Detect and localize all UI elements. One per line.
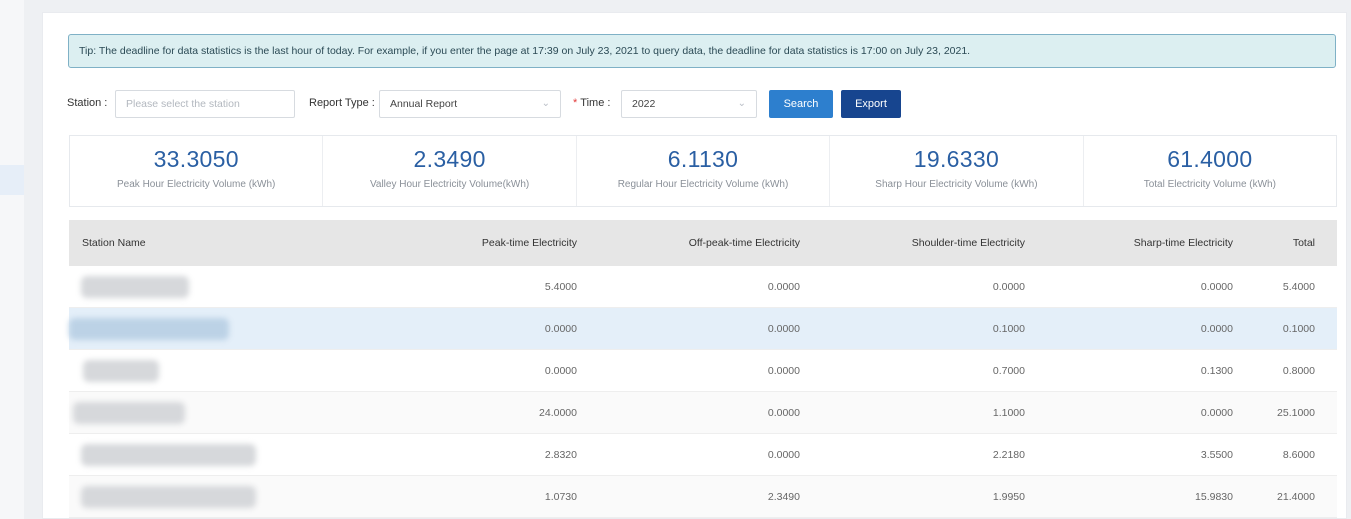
cell-peak: 5.4000 <box>544 281 577 293</box>
station-name-redacted <box>83 360 159 382</box>
filter-bar: Station : Please select the station Repo… <box>67 89 1337 119</box>
stat-label: Regular Hour Electricity Volume (kWh) <box>617 179 789 190</box>
stat-sharp: 19.6330 Sharp Hour Electricity Volume (k… <box>830 136 1084 206</box>
header-station-name[interactable]: Station Name <box>82 220 146 266</box>
cell-shoulder: 0.1000 <box>992 323 1025 335</box>
cell-sharp: 0.0000 <box>1200 281 1233 293</box>
cell-peak: 1.0730 <box>544 491 577 503</box>
station-name-redacted <box>81 276 189 298</box>
tip-banner: Tip: The deadline for data statistics is… <box>68 34 1336 68</box>
stat-total: 61.4000 Total Electricity Volume (kWh) <box>1084 136 1336 206</box>
header-offpeak[interactable]: Off-peak-time Electricity <box>689 220 800 266</box>
table-header: Station Name Peak-time Electricity Off-p… <box>69 220 1337 266</box>
cell-shoulder: 0.7000 <box>992 365 1025 377</box>
cell-shoulder: 1.1000 <box>992 407 1025 419</box>
cell-offpeak: 0.0000 <box>767 323 800 335</box>
report-type-select[interactable]: Annual Report ⌄ <box>379 90 561 118</box>
table-row[interactable]: 2.8320 0.0000 2.2180 3.5500 8.6000 <box>69 434 1337 476</box>
cell-peak: 2.8320 <box>544 449 577 461</box>
required-marker: * <box>573 97 578 109</box>
cell-offpeak: 0.0000 <box>767 407 800 419</box>
cell-total: 5.4000 <box>1282 281 1315 293</box>
time-label-group: * Time : <box>573 97 610 109</box>
cell-total: 0.1000 <box>1282 323 1315 335</box>
cell-peak: 0.0000 <box>544 365 577 377</box>
header-sharp[interactable]: Sharp-time Electricity <box>1134 220 1233 266</box>
electricity-table: Station Name Peak-time Electricity Off-p… <box>69 220 1337 518</box>
cell-sharp: 15.9830 <box>1195 491 1233 503</box>
cell-offpeak: 0.0000 <box>767 449 800 461</box>
stat-peak: 33.3050 Peak Hour Electricity Volume (kW… <box>70 136 324 206</box>
cell-sharp: 0.0000 <box>1200 407 1233 419</box>
header-total[interactable]: Total <box>1293 220 1315 266</box>
table-row[interactable]: 0.0000 0.0000 0.7000 0.1300 0.8000 <box>69 350 1337 392</box>
stat-label: Peak Hour Electricity Volume (kWh) <box>117 179 276 190</box>
cell-shoulder: 1.9950 <box>992 491 1025 503</box>
cell-peak: 0.0000 <box>544 323 577 335</box>
cell-peak: 24.0000 <box>539 407 577 419</box>
search-button[interactable]: Search <box>769 90 833 118</box>
cell-offpeak: 0.0000 <box>767 281 800 293</box>
cell-sharp: 0.1300 <box>1200 365 1233 377</box>
sidebar-active-item[interactable] <box>0 165 24 195</box>
report-type-value: Annual Report <box>390 98 458 110</box>
stat-value: 2.3490 <box>413 146 486 172</box>
table-row[interactable]: 0.0000 0.0000 0.1000 0.0000 0.1000 <box>69 308 1337 350</box>
stat-value: 33.3050 <box>153 146 239 172</box>
stat-label: Total Electricity Volume (kWh) <box>1143 179 1276 190</box>
table-row[interactable]: 5.4000 0.0000 0.0000 0.0000 5.4000 <box>69 266 1337 308</box>
chevron-down-icon: ⌄ <box>541 98 550 109</box>
stat-value: 6.1130 <box>667 146 739 172</box>
stat-value: 61.4000 <box>1167 146 1253 172</box>
header-shoulder[interactable]: Shoulder-time Electricity <box>912 220 1025 266</box>
cell-total: 21.4000 <box>1277 491 1315 503</box>
stat-regular: 6.1130 Regular Hour Electricity Volume (… <box>577 136 831 206</box>
stat-label: Sharp Hour Electricity Volume (kWh) <box>875 179 1038 190</box>
cell-offpeak: 0.0000 <box>767 365 800 377</box>
stat-value: 19.6330 <box>913 146 1000 172</box>
summary-stats: 33.3050 Peak Hour Electricity Volume (kW… <box>69 135 1337 207</box>
cell-sharp: 0.0000 <box>1200 323 1233 335</box>
left-sidebar <box>0 0 24 519</box>
station-name-redacted <box>81 486 256 508</box>
cell-offpeak: 2.3490 <box>767 491 800 503</box>
export-button[interactable]: Export <box>841 90 901 118</box>
cell-total: 8.6000 <box>1282 449 1315 461</box>
time-value: 2022 <box>632 98 656 110</box>
time-label: Time : <box>580 97 611 109</box>
chevron-down-icon: ⌄ <box>737 98 746 109</box>
cell-sharp: 3.5500 <box>1200 449 1233 461</box>
station-select[interactable]: Please select the station <box>115 90 295 118</box>
station-name-redacted <box>73 402 185 424</box>
cell-total: 25.1000 <box>1277 407 1315 419</box>
table-row[interactable]: 24.0000 0.0000 1.1000 0.0000 25.1000 <box>69 392 1337 434</box>
report-type-label: Report Type : <box>309 97 375 109</box>
cell-total: 0.8000 <box>1282 365 1315 377</box>
time-select[interactable]: 2022 ⌄ <box>621 90 757 118</box>
header-peak[interactable]: Peak-time Electricity <box>482 220 577 266</box>
cell-shoulder: 0.0000 <box>992 281 1025 293</box>
table-row[interactable]: 1.0730 2.3490 1.9950 15.9830 21.4000 <box>69 476 1337 518</box>
station-name-redacted <box>69 318 229 340</box>
stat-valley: 2.3490 Valley Hour Electricity Volume(kW… <box>323 136 577 206</box>
station-name-redacted <box>81 444 256 466</box>
cell-shoulder: 2.2180 <box>992 449 1025 461</box>
main-panel: Tip: The deadline for data statistics is… <box>42 12 1347 519</box>
station-placeholder: Please select the station <box>126 98 240 110</box>
station-label: Station : <box>67 97 108 109</box>
stat-label: Valley Hour Electricity Volume(kWh) <box>369 179 530 190</box>
